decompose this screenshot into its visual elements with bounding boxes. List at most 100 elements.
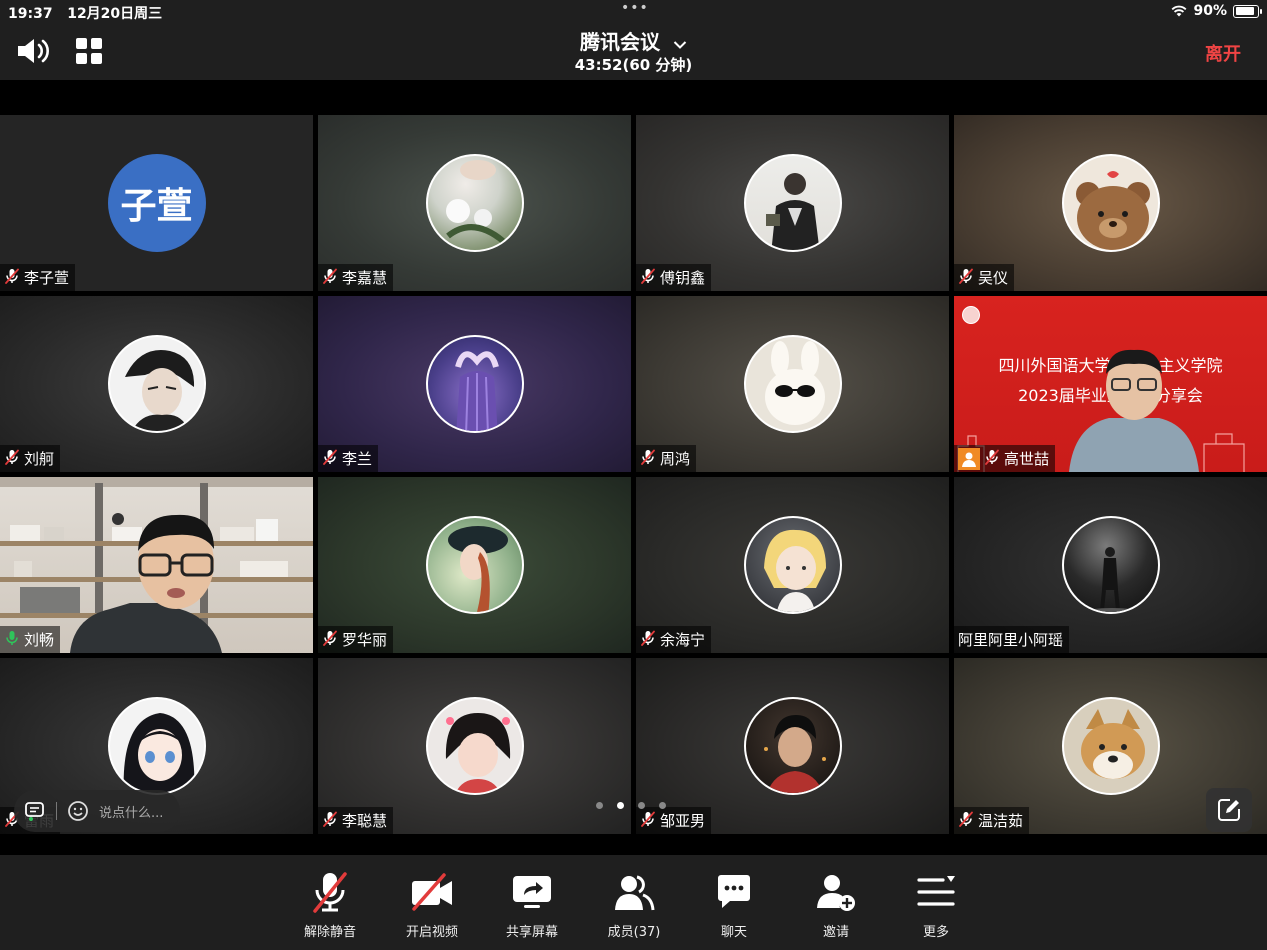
microphone-muted-icon: [959, 268, 973, 284]
add-user-icon: [817, 875, 855, 911]
participant-name-tag: 余海宁: [636, 626, 712, 653]
participant-tile[interactable]: 吴仪: [954, 115, 1267, 291]
participant-name-tag: 吴仪: [954, 264, 1015, 291]
microphone-muted-icon: [5, 268, 19, 284]
participant-tile[interactable]: 刘舸: [0, 296, 313, 472]
participant-name-tag: 阿里阿里小阿瑶: [954, 626, 1070, 653]
meeting-title-dropdown[interactable]: 腾讯会议: [540, 26, 727, 55]
start-video-button[interactable]: 开启视频: [392, 869, 472, 940]
start-video-label: 开启视频: [405, 925, 458, 940]
participant-tile[interactable]: 周鸿: [636, 296, 949, 472]
layout-button[interactable]: [74, 36, 104, 66]
participant-name: 邹亚男: [660, 812, 706, 830]
participant-tile[interactable]: 李嘉慧: [318, 115, 631, 291]
status-indicators: 90%: [1171, 3, 1262, 19]
host-badge: [958, 447, 980, 470]
microphone-icon: [6, 630, 18, 645]
chat-button[interactable]: 聊天: [694, 869, 774, 940]
participant-name: 刘舸: [24, 450, 55, 468]
unmute-label: 解除静音: [303, 925, 356, 940]
participant-name: 余海宁: [660, 631, 706, 649]
participant-name: 温洁茹: [978, 812, 1024, 830]
avatar: [1061, 516, 1160, 614]
participant-name: 李聪慧: [342, 812, 388, 830]
wifi-icon: [1172, 5, 1187, 17]
page-dot[interactable]: [659, 802, 666, 809]
page-dot[interactable]: [638, 802, 645, 809]
microphone-muted-icon: [641, 630, 655, 646]
chat-bubble-icon[interactable]: [24, 800, 46, 822]
more-button[interactable]: 更多: [896, 869, 976, 940]
emoji-icon[interactable]: [67, 800, 89, 822]
share-screen-label: 共享屏幕: [505, 925, 558, 940]
page-dot[interactable]: [596, 802, 603, 809]
participant-name-tag: 邹亚男: [636, 807, 712, 834]
chat-input-placeholder[interactable]: 说点什么...: [99, 802, 163, 821]
avatar: [425, 154, 524, 252]
participant-tile-video-speaking[interactable]: 刘畅: [0, 477, 313, 653]
more-menu-icon: [917, 876, 955, 906]
share-screen-button[interactable]: 共享屏幕: [492, 869, 572, 940]
microphone-muted-icon: [641, 449, 655, 465]
avatar: [425, 335, 524, 433]
avatar: [743, 697, 842, 795]
microphone-muted-icon: [641, 268, 655, 284]
avatar: [1061, 154, 1160, 252]
participant-tile[interactable]: 李聪慧: [318, 658, 631, 834]
participant-tile[interactable]: 子萱 李子萱: [0, 115, 313, 291]
invite-button[interactable]: 邀请: [796, 869, 876, 940]
participant-name: 傅钥鑫: [660, 269, 706, 287]
participant-name-tag: 刘舸: [0, 445, 61, 472]
participant-name-tag: 高世喆: [954, 445, 1056, 472]
quick-chat-bar[interactable]: 说点什么...: [14, 790, 180, 832]
status-time: 19:37 12月20日周三: [8, 6, 163, 22]
unmute-button[interactable]: 解除静音: [290, 869, 370, 940]
grid-layout-icon: [76, 38, 102, 64]
invite-label: 邀请: [822, 925, 849, 940]
multitasking-dots[interactable]: •••: [621, 0, 649, 16]
members-button[interactable]: 成员(37): [594, 869, 674, 940]
participant-tile[interactable]: 邹亚男: [636, 658, 949, 834]
participant-tile[interactable]: 李兰: [318, 296, 631, 472]
participant-name-tag: 罗华丽: [318, 626, 394, 653]
participant-tile[interactable]: 阿里阿里小阿瑶: [954, 477, 1267, 653]
leave-button[interactable]: 离开: [1205, 40, 1241, 66]
university-logo: [962, 306, 980, 324]
microphone-muted-icon: [323, 268, 337, 284]
participant-name: 罗华丽: [342, 631, 388, 649]
speaker-button[interactable]: [16, 36, 52, 66]
avatar: [107, 697, 206, 795]
avatar: [743, 154, 842, 252]
meeting-title: 腾讯会议: [579, 30, 660, 54]
avatar: [743, 516, 842, 614]
meeting-timer: 43:52(60 分钟): [574, 56, 693, 74]
members-icon: [615, 875, 655, 911]
participant-name-tag: 李聪慧: [318, 807, 394, 834]
participant-tile[interactable]: 傅钥鑫: [636, 115, 949, 291]
participant-tile[interactable]: 余海宁: [636, 477, 949, 653]
participant-name: 阿里阿里小阿瑶: [958, 631, 1064, 649]
annotate-button[interactable]: [1206, 788, 1252, 832]
participant-name-tag: 温洁茹: [954, 807, 1030, 834]
pencil-edit-icon: [1218, 799, 1240, 821]
participant-tile[interactable]: 罗华丽: [318, 477, 631, 653]
microphone-muted-icon: [313, 872, 347, 913]
avatar: [107, 335, 206, 433]
chat-label: 聊天: [720, 925, 747, 940]
video-grid: 子萱 李子萱 李嘉慧 傅钥鑫 吴仪 刘舸 李兰 周鸿 高世喆 刘畅 罗华丽 余海…: [0, 115, 1267, 835]
battery-percent: 90%: [1193, 3, 1227, 19]
participant-name: 李兰: [342, 450, 373, 468]
participant-tile-video[interactable]: 四川外国语大学马克思主义学院 2023届毕业生经验分享会 高世喆: [954, 296, 1267, 472]
participant-name-tag: 李兰: [318, 445, 379, 472]
participant-name: 高世喆: [1004, 450, 1050, 468]
divider: [56, 802, 57, 820]
page-indicator[interactable]: [596, 802, 666, 809]
video-camera-off-icon: [412, 873, 452, 911]
presenter-video: [1069, 349, 1199, 472]
meeting-toolbar: 解除静音 开启视频 共享屏幕 成员(37) 聊天 邀请 更多: [0, 855, 1267, 950]
page-dot-active[interactable]: [617, 802, 624, 809]
chevron-down-icon: [673, 40, 687, 49]
avatar: [743, 335, 842, 433]
avatar: [425, 697, 524, 795]
participant-name: 李子萱: [24, 269, 70, 287]
